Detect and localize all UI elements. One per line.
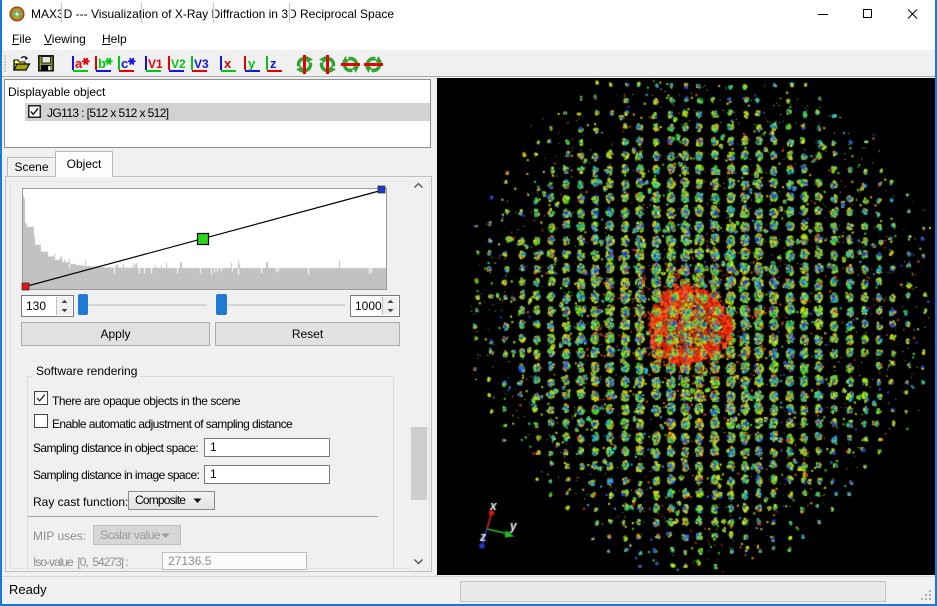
svg-text:V3: V3	[194, 57, 209, 71]
svg-text:z: z	[270, 56, 277, 71]
svg-text:y: y	[248, 56, 256, 71]
svg-text:V2: V2	[171, 57, 186, 71]
svg-text:b: b	[98, 56, 106, 71]
svg-text:c: c	[121, 56, 128, 71]
svg-text:x: x	[224, 56, 232, 71]
svg-text:a: a	[75, 56, 83, 71]
svg-text:V1: V1	[148, 57, 163, 71]
